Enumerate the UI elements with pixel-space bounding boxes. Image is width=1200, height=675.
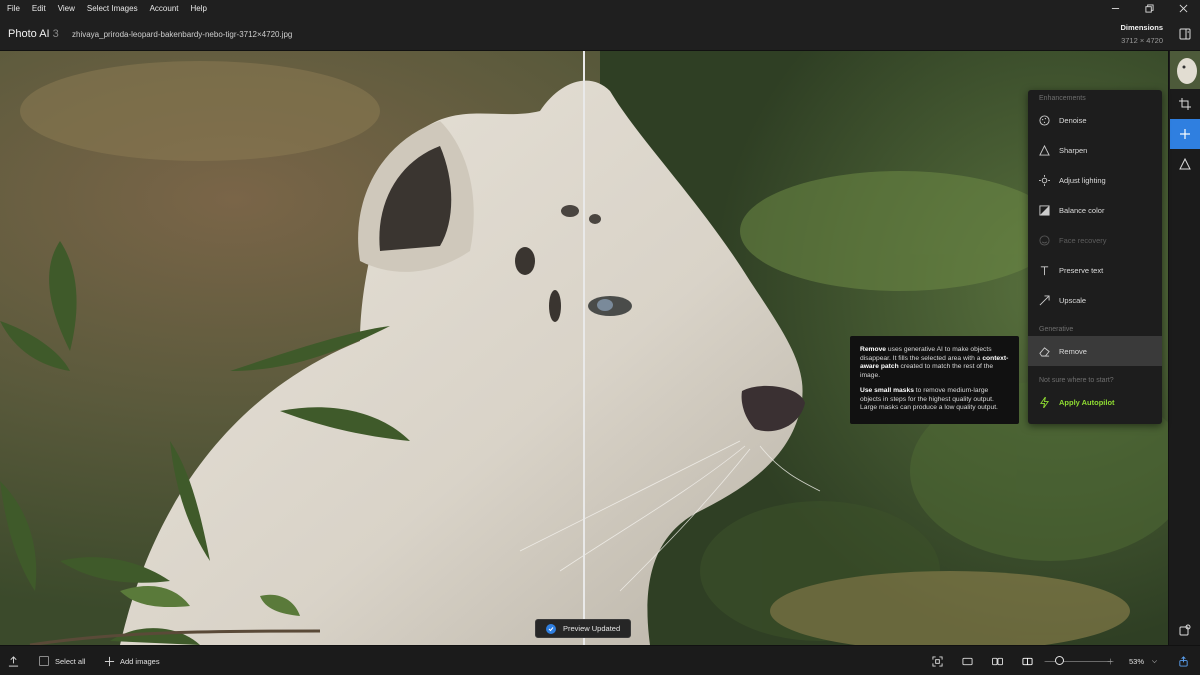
close-button[interactable] — [1166, 0, 1200, 17]
remove-item[interactable]: Remove — [1028, 336, 1162, 366]
lighting-icon — [1038, 174, 1050, 186]
triangle-icon — [1179, 158, 1191, 170]
face-icon — [1038, 234, 1050, 246]
app-version: 3 — [52, 28, 59, 40]
thumbnail-image — [1170, 51, 1200, 89]
split-view-button[interactable] — [1022, 646, 1033, 675]
upscale-icon — [1039, 294, 1050, 305]
app-name-text: Photo AI — [8, 28, 50, 40]
remove-label: Remove — [1059, 346, 1087, 356]
zoom-dropdown[interactable]: 53% — [1129, 646, 1158, 675]
preserve-text-item[interactable]: Preserve text — [1028, 255, 1162, 285]
menu-edit[interactable]: Edit — [26, 0, 52, 17]
dimensions-value: 3712 × 4720 — [1121, 36, 1163, 45]
apply-autopilot-button[interactable]: Apply Autopilot — [1028, 387, 1162, 417]
share-button[interactable] — [1178, 646, 1189, 675]
preview-updated-toast: Preview Updated — [535, 619, 631, 638]
zoom-slider-handle[interactable] — [1054, 656, 1064, 665]
settings-icon — [1179, 624, 1191, 636]
remove-tooltip: Remove uses generative AI to make object… — [850, 336, 1019, 424]
zoom-in-button[interactable] — [1107, 646, 1114, 675]
sharpen-item[interactable]: Sharpen — [1028, 135, 1162, 165]
zoom-value: 53% — [1129, 656, 1145, 666]
toast-text: Preview Updated — [563, 624, 621, 633]
balance-color-item[interactable]: Balance color — [1028, 195, 1162, 225]
sharpen-label: Sharpen — [1059, 145, 1088, 155]
denoise-item[interactable]: Denoise — [1028, 105, 1162, 135]
single-view-button[interactable] — [962, 646, 973, 675]
side-by-side-button[interactable] — [992, 646, 1003, 675]
single-view-icon — [962, 657, 973, 665]
plus-icon — [1180, 129, 1190, 139]
restore-icon — [1144, 4, 1154, 13]
menu-bar: File Edit View Select Images Account Hel… — [0, 0, 1200, 17]
tool-rail — [1168, 51, 1200, 645]
dimensions-label: Dimensions — [1120, 23, 1163, 32]
adjust-lighting-label: Adjust lighting — [1059, 175, 1106, 185]
eraser-icon — [1038, 346, 1050, 357]
check-icon — [546, 623, 556, 634]
denoise-icon — [1038, 114, 1050, 126]
sharpen-icon — [1038, 144, 1050, 156]
window-controls — [1098, 0, 1200, 17]
face-recovery-label: Face recovery — [1059, 235, 1107, 245]
tooltip-paragraph-2: Use small masks to remove medium-large o… — [860, 387, 1009, 413]
export-button[interactable] — [8, 646, 19, 675]
menu-account[interactable]: Account — [144, 0, 185, 17]
minimize-icon — [1111, 8, 1119, 9]
crop-button[interactable] — [1170, 89, 1200, 119]
app-header: Photo AI 3 zhivaya_priroda-leopard-bakenb… — [0, 17, 1200, 51]
app-title: Photo AI 3 — [8, 28, 59, 40]
plus-icon — [1107, 658, 1114, 664]
crop-icon — [1179, 98, 1191, 110]
toggle-panel-icon[interactable] — [1178, 27, 1192, 41]
file-name: zhivaya_priroda-leopard-bakenbardy-nebo-… — [72, 30, 293, 39]
menu-view[interactable]: View — [52, 0, 81, 17]
balance-color-icon — [1038, 204, 1050, 216]
autopilot-hint: Not sure where to start? — [1039, 377, 1114, 384]
split-view-icon — [1022, 657, 1033, 665]
settings-button[interactable] — [1170, 615, 1200, 645]
restore-button[interactable] — [1132, 0, 1166, 17]
face-recovery-item: Face recovery — [1028, 225, 1162, 255]
minimize-button[interactable] — [1098, 0, 1132, 17]
adjust-lighting-item[interactable]: Adjust lighting — [1028, 165, 1162, 195]
plus-icon — [104, 656, 115, 666]
enhancements-panel: Enhancements Denoise Sharpen Adjust ligh… — [1028, 90, 1162, 424]
denoise-label: Denoise — [1059, 115, 1087, 125]
preserve-text-label: Preserve text — [1059, 265, 1104, 275]
upscale-item[interactable]: Upscale — [1028, 285, 1162, 315]
menu-select-images[interactable]: Select Images — [81, 0, 144, 17]
close-icon — [1179, 4, 1187, 13]
checkbox-box[interactable] — [39, 656, 49, 666]
upload-icon — [8, 655, 19, 667]
lightning-icon — [1039, 396, 1049, 408]
text-icon — [1040, 265, 1048, 275]
fit-view-button[interactable] — [932, 646, 943, 675]
tooltip-bold-masks: Use small masks — [860, 386, 914, 394]
menu-help[interactable]: Help — [185, 0, 213, 17]
menu-file[interactable]: File — [0, 0, 26, 17]
bottom-bar: Select all Add images 53% — [0, 645, 1200, 675]
share-icon — [1179, 655, 1188, 667]
side-by-side-icon — [992, 657, 1003, 665]
tooltip-paragraph-1: Remove uses generative AI to make object… — [860, 346, 1009, 381]
chevron-down-icon — [1151, 659, 1158, 663]
add-images-button[interactable]: Add images — [104, 646, 160, 675]
generative-title: Generative — [1039, 326, 1074, 333]
focus-frame-icon — [932, 655, 943, 667]
add-enhancement-button[interactable] — [1170, 119, 1200, 149]
balance-color-label: Balance color — [1059, 205, 1105, 215]
image-thumbnail[interactable] — [1170, 51, 1200, 89]
tooltip-bold-remove: Remove — [860, 346, 887, 353]
compare-split-line[interactable] — [583, 51, 585, 645]
select-all-label: Select all — [55, 656, 86, 666]
enhancements-title: Enhancements — [1039, 95, 1086, 102]
upscale-label: Upscale — [1059, 295, 1087, 305]
apply-autopilot-label: Apply Autopilot — [1059, 397, 1115, 407]
select-all-checkbox[interactable]: Select all — [39, 646, 85, 675]
sharpen-tool-button[interactable] — [1170, 149, 1200, 179]
add-images-label: Add images — [120, 656, 160, 666]
